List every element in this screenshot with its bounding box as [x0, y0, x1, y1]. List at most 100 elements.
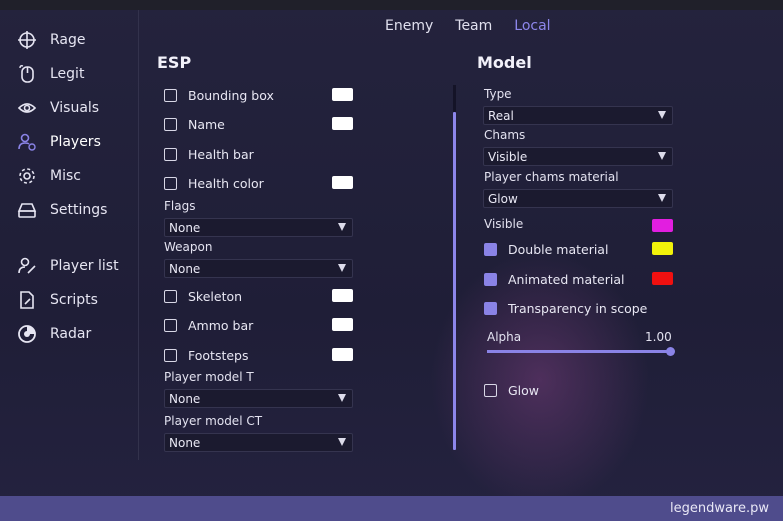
background-glow	[430, 250, 650, 510]
alpha-slider-fill	[487, 350, 670, 353]
skeleton-checkbox[interactable]	[164, 289, 177, 303]
name-row[interactable]: Name	[164, 114, 225, 134]
sidebar-item-label: Rage	[50, 32, 86, 48]
sidebar-item-scripts[interactable]: Scripts	[0, 283, 138, 317]
health-bar-row[interactable]: Health bar	[164, 144, 254, 164]
skeleton-color-swatch[interactable]	[332, 289, 353, 302]
footsteps-row[interactable]: Footsteps	[164, 345, 249, 365]
double-material-row[interactable]: Double material	[484, 239, 608, 259]
weapon-dropdown[interactable]: None	[164, 259, 353, 278]
esp-section-title: ESP	[157, 53, 192, 72]
skeleton-row[interactable]: Skeleton	[164, 286, 242, 306]
animated-material-row[interactable]: Animated material	[484, 269, 624, 289]
type-value: Real	[488, 108, 514, 123]
ammo-bar-label: Ammo bar	[188, 317, 254, 333]
chams-value: Visible	[488, 149, 528, 164]
user-edit-icon	[16, 255, 38, 277]
animated-material-checkbox[interactable]	[484, 272, 497, 286]
ammo-bar-color-swatch[interactable]	[332, 318, 353, 331]
health-color-row[interactable]: Health color	[164, 173, 264, 193]
mouse-icon	[16, 63, 38, 85]
weapon-label: Weapon	[164, 240, 213, 254]
model-section-title: Model	[477, 53, 532, 72]
sidebar: Rage Legit Visuals Players Misc Settings	[0, 10, 138, 496]
hard-drive-icon	[16, 199, 38, 221]
glow-row[interactable]: Glow	[484, 380, 539, 400]
player-model-ct-label: Player model CT	[164, 414, 263, 428]
radar-icon	[16, 323, 38, 345]
type-label: Type	[484, 87, 512, 101]
footsteps-color-swatch[interactable]	[332, 348, 353, 361]
scrollbar-thumb[interactable]	[453, 112, 456, 450]
tab-local[interactable]: Local	[514, 18, 550, 34]
sidebar-item-settings[interactable]: Settings	[0, 193, 138, 227]
chams-dropdown[interactable]: Visible	[483, 147, 673, 166]
chevron-down-icon	[338, 394, 346, 402]
double-material-checkbox[interactable]	[484, 242, 497, 256]
footsteps-label: Footsteps	[188, 347, 249, 363]
bounding-box-checkbox[interactable]	[164, 88, 177, 102]
health-bar-checkbox[interactable]	[164, 147, 177, 161]
sidebar-item-rage[interactable]: Rage	[0, 23, 138, 57]
file-edit-icon	[16, 289, 38, 311]
player-model-t-dropdown[interactable]: None	[164, 389, 353, 408]
double-material-color-swatch[interactable]	[652, 242, 673, 255]
glow-checkbox[interactable]	[484, 383, 497, 397]
chams-material-value: Glow	[488, 191, 518, 206]
chevron-down-icon	[338, 223, 346, 231]
player-model-ct-value: None	[169, 435, 201, 450]
glow-label: Glow	[508, 382, 540, 398]
footer-bar: legendware.pw	[0, 496, 783, 521]
sidebar-item-visuals[interactable]: Visuals	[0, 91, 138, 125]
chevron-down-icon	[658, 194, 666, 202]
flags-dropdown[interactable]: None	[164, 218, 353, 237]
tab-team[interactable]: Team	[455, 18, 492, 34]
alpha-slider-handle[interactable]	[666, 347, 675, 356]
bounding-box-label: Bounding box	[188, 87, 274, 103]
weapon-value: None	[169, 261, 201, 276]
sidebar-item-radar[interactable]: Radar	[0, 317, 138, 351]
alpha-value: 1.00	[645, 330, 672, 344]
tab-bar: Enemy Team Local	[385, 18, 573, 34]
sidebar-item-label: Radar	[50, 326, 92, 342]
flags-label: Flags	[164, 199, 196, 213]
sidebar-item-players[interactable]: Players	[0, 125, 138, 159]
tab-enemy[interactable]: Enemy	[385, 18, 433, 34]
crosshair-icon	[16, 29, 38, 51]
health-color-label: Health color	[188, 175, 264, 191]
visible-color-swatch[interactable]	[652, 219, 673, 232]
health-color-swatch[interactable]	[332, 176, 353, 189]
player-model-t-label: Player model T	[164, 370, 254, 384]
title-strip	[0, 0, 783, 10]
flags-value: None	[169, 220, 201, 235]
chams-material-dropdown[interactable]: Glow	[483, 189, 673, 208]
name-color-swatch[interactable]	[332, 117, 353, 130]
sidebar-item-label: Misc	[50, 168, 81, 184]
chevron-down-icon	[338, 264, 346, 272]
ammo-bar-row[interactable]: Ammo bar	[164, 315, 253, 335]
sidebar-item-label: Players	[50, 134, 101, 150]
users-icon	[16, 131, 38, 153]
bounding-box-row[interactable]: Bounding box	[164, 85, 274, 105]
sidebar-item-label: Scripts	[50, 292, 98, 308]
sidebar-item-label: Visuals	[50, 100, 100, 116]
transparency-checkbox[interactable]	[484, 301, 497, 315]
footsteps-checkbox[interactable]	[164, 348, 177, 362]
chevron-down-icon	[658, 152, 666, 160]
ammo-bar-checkbox[interactable]	[164, 318, 177, 332]
type-dropdown[interactable]: Real	[483, 106, 673, 125]
chams-material-label: Player chams material	[484, 170, 619, 184]
scrollbar-track	[453, 85, 456, 113]
eye-icon	[16, 97, 38, 119]
player-model-ct-dropdown[interactable]: None	[164, 433, 353, 452]
sidebar-item-player-list[interactable]: Player list	[0, 249, 138, 283]
transparency-row[interactable]: Transparency in scope	[484, 298, 647, 318]
name-label: Name	[188, 116, 225, 132]
sidebar-item-legit[interactable]: Legit	[0, 57, 138, 91]
name-checkbox[interactable]	[164, 117, 177, 131]
sidebar-item-misc[interactable]: Misc	[0, 159, 138, 193]
sidebar-divider	[138, 10, 139, 460]
bounding-box-color-swatch[interactable]	[332, 88, 353, 101]
animated-material-color-swatch[interactable]	[652, 272, 673, 285]
health-color-checkbox[interactable]	[164, 176, 177, 190]
